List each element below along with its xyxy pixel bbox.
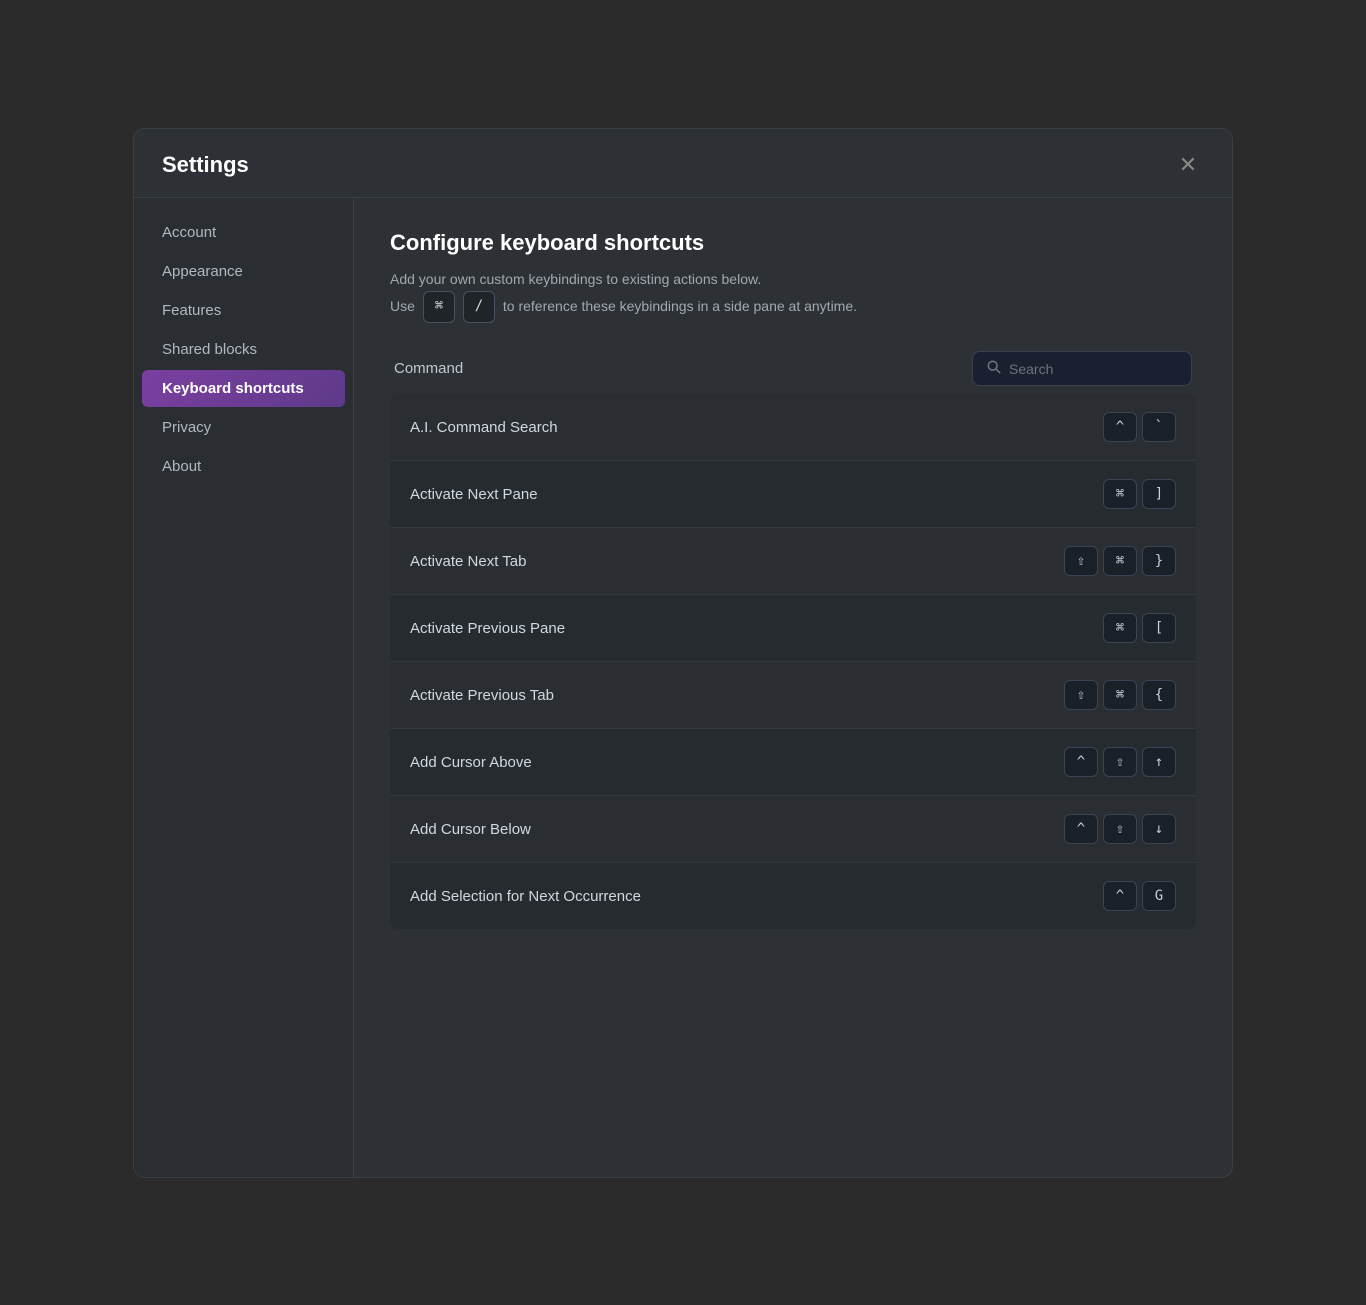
search-input[interactable] — [1009, 361, 1177, 377]
key-chip: ⌘ — [1103, 479, 1137, 509]
key-chip: [ — [1142, 613, 1176, 643]
sidebar-item-account[interactable]: Account — [142, 214, 345, 251]
key-chip: ↓ — [1142, 814, 1176, 844]
key-chip: ⌘ — [1103, 680, 1137, 710]
settings-window: Settings ✕ AccountAppearanceFeaturesShar… — [133, 128, 1233, 1178]
search-icon — [987, 360, 1001, 377]
shortcut-row[interactable]: Add Cursor Above ^⇧↑ — [390, 729, 1196, 796]
shortcut-row[interactable]: Add Cursor Below ^⇧↓ — [390, 796, 1196, 863]
sidebar: AccountAppearanceFeaturesShared blocksKe… — [134, 198, 354, 1177]
sidebar-item-privacy[interactable]: Privacy — [142, 409, 345, 446]
search-box[interactable] — [972, 351, 1192, 386]
shortcut-row[interactable]: Activate Next Pane ⌘] — [390, 461, 1196, 528]
command-header: Command — [390, 351, 1196, 386]
description-post: to reference these keybindings in a side… — [503, 295, 857, 319]
keys-group: ⇧⌘{ — [1064, 680, 1176, 710]
description: Add your own custom keybindings to exist… — [390, 268, 1196, 324]
shortcut-name: Activate Next Pane — [410, 486, 538, 503]
shortcut-row[interactable]: Activate Previous Tab ⇧⌘{ — [390, 662, 1196, 729]
shortcut-name: Add Cursor Below — [410, 821, 531, 838]
key-chip: ↑ — [1142, 747, 1176, 777]
sidebar-item-about[interactable]: About — [142, 448, 345, 485]
keys-group: ⌘[ — [1103, 613, 1176, 643]
key-chip: ⇧ — [1064, 680, 1098, 710]
key-chip: ⇧ — [1103, 814, 1137, 844]
shortcut-name: A.I. Command Search — [410, 419, 558, 436]
key-chip: ⇧ — [1103, 747, 1137, 777]
shortcut-name: Activate Previous Tab — [410, 687, 554, 704]
key-chip: ^ — [1064, 747, 1098, 777]
sidebar-item-keyboard-shortcuts[interactable]: Keyboard shortcuts — [142, 370, 345, 407]
keys-group: ^G — [1103, 881, 1176, 911]
keys-group: ^` — [1103, 412, 1176, 442]
table-area: Command A.I. Command Search^`Activate — [390, 351, 1196, 929]
shortcut-row[interactable]: Activate Next Tab ⇧⌘} — [390, 528, 1196, 595]
shortcut-name: Activate Previous Pane — [410, 620, 565, 637]
main-content: Configure keyboard shortcuts Add your ow… — [354, 198, 1232, 1177]
key-chip: ^ — [1103, 881, 1137, 911]
key-chip: ^ — [1064, 814, 1098, 844]
shortcut-row[interactable]: Activate Previous Pane ⌘[ — [390, 595, 1196, 662]
key-chip: G — [1142, 881, 1176, 911]
sidebar-item-appearance[interactable]: Appearance — [142, 253, 345, 290]
description-pre: Use — [390, 295, 415, 319]
key-chip: ^ — [1103, 412, 1137, 442]
key-chip: { — [1142, 680, 1176, 710]
keys-group: ⇧⌘} — [1064, 546, 1176, 576]
shortcuts-list: A.I. Command Search^`Activate Next Pane⌘… — [390, 394, 1196, 929]
keys-group: ⌘] — [1103, 479, 1176, 509]
key-chip: ] — [1142, 479, 1176, 509]
close-button[interactable]: ✕ — [1172, 149, 1204, 181]
shortcut-row[interactable]: A.I. Command Search ^` — [390, 394, 1196, 461]
page-title: Configure keyboard shortcuts — [390, 230, 1196, 256]
key-slash: / — [463, 291, 495, 323]
content-area: AccountAppearanceFeaturesShared blocksKe… — [134, 198, 1232, 1177]
key-chip: ⇧ — [1064, 546, 1098, 576]
shortcut-name: Add Selection for Next Occurrence — [410, 888, 641, 905]
key-chip: ⌘ — [1103, 546, 1137, 576]
window-title: Settings — [162, 152, 249, 178]
sidebar-item-shared-blocks[interactable]: Shared blocks — [142, 331, 345, 368]
key-chip: } — [1142, 546, 1176, 576]
sidebar-item-features[interactable]: Features — [142, 292, 345, 329]
command-col-label: Command — [394, 360, 463, 377]
key-chip: ` — [1142, 412, 1176, 442]
keys-group: ^⇧↑ — [1064, 747, 1176, 777]
shortcut-name: Add Cursor Above — [410, 754, 532, 771]
shortcut-name: Activate Next Tab — [410, 553, 526, 570]
shortcut-row[interactable]: Add Selection for Next Occurrence ^G — [390, 863, 1196, 929]
key-chip: ⌘ — [1103, 613, 1137, 643]
keys-group: ^⇧↓ — [1064, 814, 1176, 844]
description-line1: Add your own custom keybindings to exist… — [390, 268, 1196, 292]
description-line2: Use ⌘ / to reference these keybindings i… — [390, 291, 1196, 323]
key-cmd: ⌘ — [423, 291, 455, 323]
title-bar: Settings ✕ — [134, 129, 1232, 198]
